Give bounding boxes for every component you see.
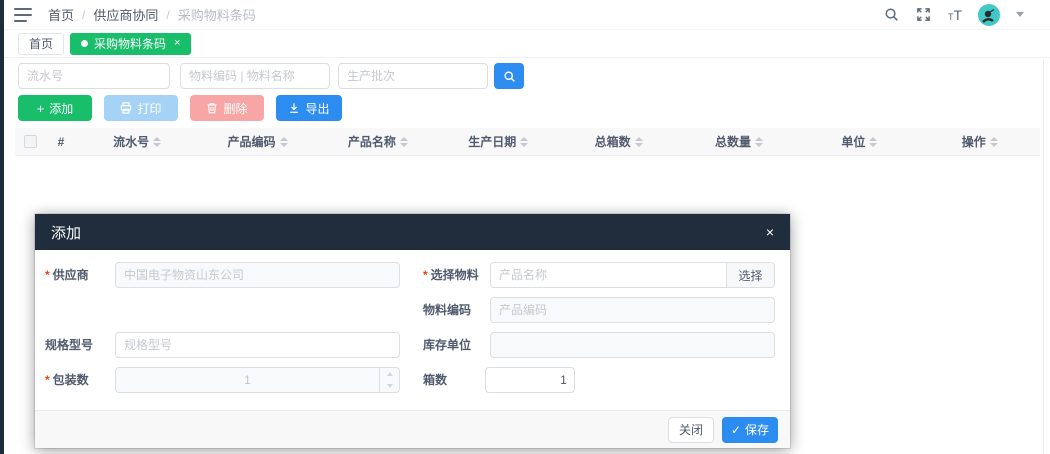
- tab-home-label: 首页: [29, 35, 53, 52]
- caret-down-icon[interactable]: [1016, 12, 1024, 17]
- save-button[interactable]: ✓ 保存: [722, 417, 778, 443]
- font-size-icon[interactable]: TT: [948, 7, 962, 23]
- tags-view-bar: 首页 采购物料条码 ×: [4, 30, 1050, 58]
- hamburger-menu-icon[interactable]: [14, 8, 32, 22]
- download-icon: [288, 102, 300, 114]
- add-dialog: 添加 × *供应商 *选择物料 选择 物料编码 规格型号 库存单位 *包装数 箱…: [35, 214, 790, 448]
- select-material-label: *选择物料: [423, 262, 479, 288]
- close-icon[interactable]: ×: [766, 225, 774, 239]
- search-button[interactable]: [494, 63, 524, 89]
- navbar-actions: TT: [884, 4, 1024, 26]
- table-header-production-date[interactable]: 生产日期: [438, 133, 558, 150]
- stock-unit-label: 库存单位: [423, 332, 471, 358]
- spec-model-input[interactable]: [115, 332, 400, 358]
- product-name-input[interactable]: [491, 263, 726, 287]
- breadcrumb: 首页 / 供应商协同 / 采购物料条码: [48, 5, 256, 24]
- table-header-unit[interactable]: 单位: [799, 133, 919, 150]
- delete-button[interactable]: 删除: [190, 95, 264, 121]
- table-header-actions[interactable]: 操作: [920, 133, 1040, 150]
- tab-home[interactable]: 首页: [18, 33, 64, 55]
- stepper-arrows: [379, 368, 399, 392]
- choose-material-button[interactable]: 选择: [726, 263, 774, 287]
- table-header-total-boxes[interactable]: 总箱数: [559, 133, 679, 150]
- add-button[interactable]: + 添加: [18, 95, 92, 121]
- print-button[interactable]: 打印: [104, 95, 178, 121]
- check-icon: ✓: [731, 423, 741, 437]
- close-button[interactable]: 关闭: [668, 417, 714, 443]
- fullscreen-icon[interactable]: [916, 7, 932, 23]
- tab-purchase-material-barcode[interactable]: 采购物料条码 ×: [70, 33, 191, 55]
- tab-close-icon[interactable]: ×: [174, 38, 180, 49]
- material-code-input: [490, 297, 775, 323]
- table-header-index: #: [45, 135, 77, 149]
- breadcrumb-supplier-collab[interactable]: 供应商协同: [93, 5, 158, 24]
- pack-qty-label: *包装数: [45, 367, 89, 393]
- active-tab-dot-icon: [81, 40, 88, 47]
- add-dialog-header: 添加 ×: [35, 214, 790, 250]
- table-header-product-code[interactable]: 产品编码: [197, 133, 317, 150]
- breadcrumb-home[interactable]: 首页: [48, 5, 74, 24]
- printer-icon: [120, 102, 132, 114]
- box-qty-input[interactable]: [486, 368, 575, 392]
- search-icon: [503, 70, 516, 83]
- select-material-group: 选择: [490, 262, 775, 288]
- sort-icon[interactable]: [990, 137, 998, 147]
- plus-icon: +: [37, 102, 45, 115]
- table-header-product-name[interactable]: 产品名称: [318, 133, 438, 150]
- material-code-name-input[interactable]: [180, 63, 330, 89]
- sort-icon[interactable]: [869, 137, 877, 147]
- breadcrumb-current-page: 采购物料条码: [178, 5, 256, 24]
- add-dialog-footer: 关闭 ✓ 保存: [35, 410, 790, 448]
- sort-icon[interactable]: [520, 137, 528, 147]
- avatar[interactable]: [978, 4, 1000, 26]
- sort-icon[interactable]: [280, 137, 288, 147]
- spec-model-label: 规格型号: [45, 332, 93, 358]
- top-navbar: 首页 / 供应商协同 / 采购物料条码 TT: [4, 0, 1050, 30]
- content-right-divider: [1043, 60, 1044, 454]
- pack-qty-stepper: [115, 367, 400, 393]
- sort-icon[interactable]: [400, 137, 408, 147]
- serial-number-input[interactable]: [18, 63, 170, 89]
- trash-icon: [206, 102, 218, 114]
- material-code-label: 物料编码: [423, 297, 471, 323]
- pack-qty-input: [116, 368, 379, 392]
- add-dialog-title: 添加: [51, 222, 81, 243]
- tab-current-label: 采购物料条码: [94, 35, 166, 52]
- breadcrumb-separator: /: [166, 8, 169, 22]
- breadcrumb-separator: /: [82, 8, 85, 22]
- stepper-up-icon: [380, 368, 399, 380]
- production-batch-input[interactable]: [338, 63, 488, 89]
- table-header-row: # 流水号 产品编码 产品名称 生产日期 总箱数 总数量 单位 操作: [15, 128, 1040, 156]
- stock-unit-input: [490, 332, 775, 358]
- sort-icon[interactable]: [635, 137, 643, 147]
- table-header-serial[interactable]: 流水号: [77, 133, 197, 150]
- box-qty-label: 箱数: [423, 367, 447, 393]
- sort-icon[interactable]: [153, 137, 161, 147]
- supplier-input: [115, 262, 400, 288]
- select-all-checkbox[interactable]: [24, 135, 37, 148]
- search-icon[interactable]: [884, 7, 900, 23]
- supplier-label: *供应商: [45, 262, 89, 288]
- box-qty-stepper: [485, 367, 575, 393]
- sort-icon[interactable]: [755, 137, 763, 147]
- table-header-total-qty[interactable]: 总数量: [679, 133, 799, 150]
- export-button[interactable]: 导出: [276, 95, 342, 121]
- sidebar-collapsed-edge: [0, 0, 4, 454]
- table-header-select-cell: [15, 135, 45, 148]
- stepper-down-icon: [380, 380, 399, 392]
